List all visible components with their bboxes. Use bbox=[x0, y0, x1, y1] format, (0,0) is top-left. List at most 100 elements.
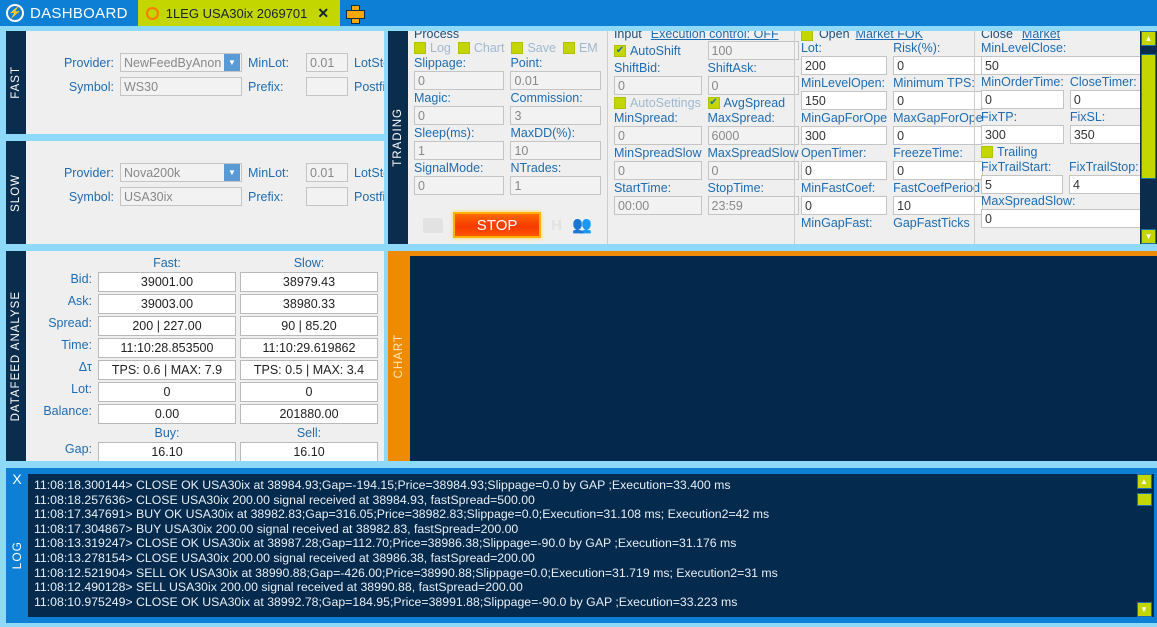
ntrades-label: NTrades: bbox=[510, 161, 562, 175]
process-check-save[interactable]: Save bbox=[511, 41, 556, 55]
minlevelclose-input[interactable]: 50 bbox=[980, 56, 1151, 75]
time-slow-value: 11:10:29.619862 bbox=[240, 338, 378, 358]
process-check-em[interactable]: EM bbox=[562, 41, 598, 55]
shiftask-input[interactable]: 0 bbox=[707, 76, 799, 95]
close-icon[interactable]: ✕ bbox=[314, 5, 332, 22]
shiftbid-input[interactable]: 0 bbox=[613, 76, 702, 95]
fast-prefix-input[interactable] bbox=[306, 77, 348, 96]
fixtrailstart-label: FixTrailStart: bbox=[980, 160, 1052, 174]
magic-input[interactable]: 0 bbox=[414, 106, 505, 125]
tps-fast-value: TPS: 0.6 | MAX: 7.9 bbox=[98, 360, 236, 380]
maxdd-input[interactable]: 10 bbox=[510, 141, 601, 160]
row-label-lot: Lot: bbox=[71, 382, 92, 396]
minlevelopen-input[interactable]: 150 bbox=[800, 91, 888, 110]
fixtp-input[interactable]: 300 bbox=[980, 125, 1064, 144]
fixtrailstop-input[interactable]: 4 bbox=[1068, 175, 1151, 194]
close-market-link[interactable]: Market bbox=[1022, 31, 1060, 41]
slow-prefix-input[interactable] bbox=[306, 187, 348, 206]
avgspread-checkbox[interactable]: ✔ AvgSpread bbox=[707, 96, 799, 110]
minordertime-input[interactable]: 0 bbox=[980, 90, 1064, 109]
checkbox-icon bbox=[562, 42, 575, 54]
minimumtps-input[interactable]: 0 bbox=[893, 91, 984, 110]
close-column: Close Market MinLevelClose: 50 MinOrderT… bbox=[973, 31, 1157, 244]
commission-input[interactable]: 3 bbox=[510, 106, 601, 125]
fast-symbol-input[interactable]: WS30 bbox=[120, 77, 242, 96]
freezetime-input[interactable]: 0 bbox=[893, 161, 984, 180]
maxgapforopen-input[interactable]: 0 bbox=[893, 126, 984, 145]
risk-input[interactable]: 0 bbox=[893, 56, 984, 75]
scroll-thumb[interactable] bbox=[1141, 54, 1156, 179]
fast-section-label: FAST bbox=[6, 31, 26, 134]
shiftbid-label: ShiftBid: bbox=[613, 61, 661, 75]
trailing-checkbox[interactable]: Trailing bbox=[980, 145, 1151, 159]
slow-provider-select[interactable]: Nova200k ▼ bbox=[120, 163, 242, 182]
sleep-input[interactable]: 1 bbox=[414, 141, 505, 160]
checkbox-icon bbox=[980, 146, 993, 158]
add-tab-button[interactable] bbox=[340, 0, 369, 26]
log-line: 11:08:17.304867> BUY USA30ix 200.00 sign… bbox=[34, 521, 519, 536]
log-close-icon[interactable]: X bbox=[12, 471, 21, 487]
scroll-down-icon[interactable]: ▼ bbox=[1136, 602, 1152, 617]
stoptime-input[interactable]: 23:59 bbox=[707, 196, 799, 215]
slow-feed-panel: SLOW Provider: Nova200k ▼ MinLot: 0.01 L… bbox=[6, 141, 384, 244]
minspreadslow-input[interactable]: 0 bbox=[613, 161, 702, 180]
point-input[interactable]: 0.01 bbox=[510, 71, 601, 90]
open-market-link[interactable]: Market FOK bbox=[856, 31, 923, 41]
lightning-circle-icon: ⚡ bbox=[6, 4, 24, 22]
stop-button[interactable]: STOP bbox=[453, 212, 542, 238]
freezetime-label: FreezeTime: bbox=[893, 146, 963, 160]
slippage-input[interactable]: 0 bbox=[414, 71, 505, 90]
fastcoefperiod-input[interactable]: 10 bbox=[893, 196, 984, 215]
fixtp-label: FixTP: bbox=[980, 110, 1018, 124]
fast-minlot-input[interactable]: 0.01 bbox=[306, 53, 348, 72]
signalmode-input[interactable]: 0 bbox=[414, 176, 505, 195]
fastcoefperiod-label: FastCoefPeriod: bbox=[893, 181, 984, 195]
ntrades-input[interactable]: 1 bbox=[510, 176, 601, 195]
starttime-input[interactable]: 00:00 bbox=[613, 196, 702, 215]
maxspread-input[interactable]: 6000 bbox=[707, 126, 799, 145]
input-column: Input Execution control: OFF ✔ AutoShift … bbox=[606, 31, 799, 244]
log-scrollbar[interactable]: ▲ ▼ bbox=[1134, 474, 1154, 617]
scroll-up-icon[interactable]: ▲ bbox=[1136, 474, 1152, 489]
scroll-up-icon[interactable]: ▲ bbox=[1141, 31, 1156, 46]
minimumtps-label: Minimum TPS: bbox=[893, 76, 975, 90]
fast-prefix-label: Prefix: bbox=[248, 79, 284, 94]
tab-1leg-usa30ix[interactable]: 1LEG USA30ix 2069701 ✕ bbox=[137, 0, 341, 26]
chart-canvas[interactable] bbox=[410, 256, 1157, 461]
slow-minlot-input[interactable]: 0.01 bbox=[306, 163, 348, 182]
input-header: Input bbox=[613, 31, 642, 41]
process-check-log[interactable]: Log bbox=[414, 41, 451, 55]
lot-input[interactable]: 200 bbox=[800, 56, 888, 75]
fast-lotstep-label: LotStep: bbox=[354, 55, 384, 70]
folder-icon[interactable] bbox=[423, 217, 444, 233]
slow-symbol-input[interactable]: USA30ix bbox=[120, 187, 242, 206]
dashboard-button[interactable]: ⚡ DASHBOARD bbox=[0, 0, 138, 26]
closetimer-input[interactable]: 0 bbox=[1069, 90, 1151, 109]
fixtrailstart-input[interactable]: 5 bbox=[980, 175, 1063, 194]
people-icon[interactable]: 👥 bbox=[572, 215, 592, 235]
fixsl-input[interactable]: 350 bbox=[1069, 125, 1151, 144]
minspread-input[interactable]: 0 bbox=[613, 126, 702, 145]
starttime-label: StartTime: bbox=[613, 181, 672, 195]
execution-control-link[interactable]: Execution control: OFF bbox=[651, 31, 779, 41]
maxspreadslow-input[interactable]: 0 bbox=[707, 161, 799, 180]
close-maxspreadslow-input[interactable]: 0 bbox=[980, 209, 1151, 228]
gap-buy-value: 16.10 bbox=[98, 442, 236, 461]
opentimer-input[interactable]: 0 bbox=[800, 161, 888, 180]
log-output[interactable]: 11:08:18.300144> CLOSE OK USA30ix at 389… bbox=[28, 474, 1134, 617]
process-check-chart[interactable]: Chart bbox=[457, 41, 504, 55]
scroll-down-icon[interactable]: ▼ bbox=[1141, 229, 1156, 244]
trading-scrollbar[interactable]: ▲ ▼ bbox=[1140, 31, 1157, 244]
checkbox-icon bbox=[457, 42, 470, 54]
minfastcoef-label: MinFastCoef: bbox=[800, 181, 876, 195]
fast-provider-select[interactable]: NewFeedByAnon ▼ bbox=[120, 53, 242, 72]
autoshift-input[interactable]: 100 bbox=[707, 41, 799, 60]
checkbox-icon bbox=[414, 42, 426, 54]
autoshift-checkbox[interactable]: ✔ AutoShift bbox=[613, 41, 702, 60]
minfastcoef-input[interactable]: 0 bbox=[800, 196, 888, 215]
autosettings-checkbox[interactable]: AutoSettings bbox=[613, 96, 702, 110]
scroll-thumb[interactable] bbox=[1136, 493, 1152, 506]
row-label-delta-tau: Δτ bbox=[78, 360, 92, 374]
open-checkbox-icon[interactable] bbox=[800, 31, 813, 41]
mingapforopen-input[interactable]: 300 bbox=[800, 126, 888, 145]
